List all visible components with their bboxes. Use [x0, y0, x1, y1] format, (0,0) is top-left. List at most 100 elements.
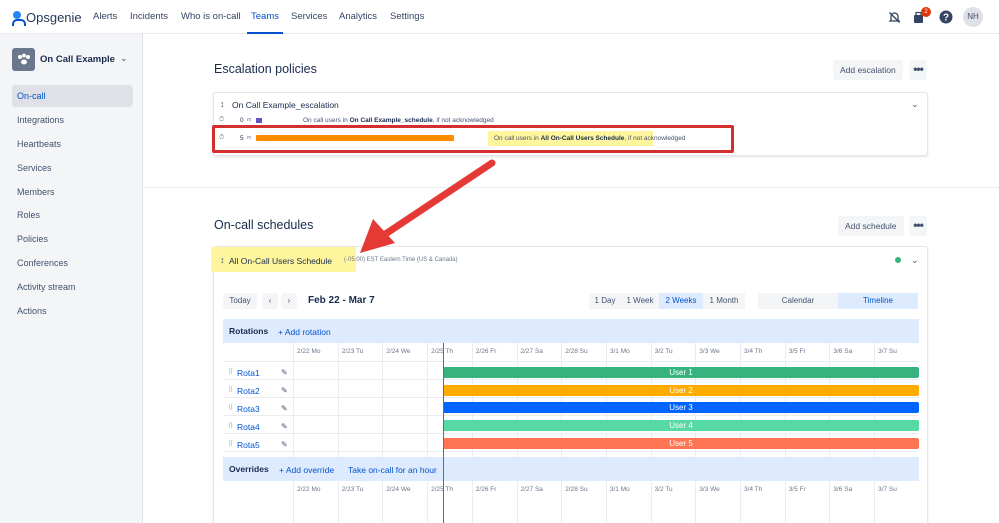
rotation-name[interactable]: Rota4 [237, 422, 260, 432]
sidebar-item-actions[interactable]: Actions [12, 300, 133, 322]
section-divider [143, 187, 999, 188]
rule-description: On call users in On Call Example_schedul… [303, 117, 494, 124]
next-icon[interactable]: › [281, 293, 297, 309]
sidebar-item-integrations[interactable]: Integrations [12, 109, 133, 131]
timeline-date-label: 3/3 We [699, 348, 720, 355]
drag-handle-icon[interactable]: ⠿ [228, 422, 233, 430]
sort-icon: ↕ [220, 255, 225, 265]
timeline-date-label: 3/1 Mo [609, 486, 630, 493]
escalation-more-button[interactable]: ••• [909, 60, 927, 80]
team-name: On Call Example [40, 54, 115, 65]
opsgenie-logo-icon [12, 10, 26, 26]
prev-icon[interactable]: ‹ [262, 293, 278, 309]
range-1-week[interactable]: 1 Week [621, 293, 659, 309]
add-override-link[interactable]: + Add override [279, 465, 334, 475]
team-avatar-icon [12, 48, 35, 71]
rotation-name[interactable]: Rota3 [237, 404, 260, 414]
user-avatar[interactable]: NH [963, 7, 983, 27]
edit-pencil-icon[interactable]: ✎ [281, 440, 288, 449]
help-icon[interactable]: ? [938, 9, 954, 25]
drag-handle-icon[interactable]: ⠿ [228, 368, 233, 376]
rotation-bar[interactable]: User 3 [443, 402, 919, 413]
rotation-name[interactable]: Rota5 [237, 440, 260, 450]
grid-row-line [223, 397, 919, 398]
collapse-chevron-icon[interactable]: ⌄ [911, 255, 919, 266]
rule-delay-unit: m [247, 117, 252, 123]
rotation-bar[interactable]: User 4 [443, 420, 919, 431]
sidebar-item-roles[interactable]: Roles [12, 204, 133, 226]
view-timeline[interactable]: Timeline [838, 293, 918, 309]
timeline-date-label: 3/6 Sa [833, 486, 853, 493]
sidebar-item-on-call[interactable]: On-call [12, 85, 133, 107]
nav-incidents[interactable]: Incidents [130, 0, 168, 34]
nav-teams[interactable]: Teams [247, 0, 283, 34]
grid-row-line [223, 433, 919, 434]
timeline-date-label: 2/26 Fr [475, 486, 497, 493]
add-rotation-link[interactable]: + Add rotation [278, 327, 331, 337]
overrides-label: Overrides [229, 464, 269, 474]
sidebar-item-activity-stream[interactable]: Activity stream [12, 276, 133, 298]
timeline-date-label: 2/27 Sa [520, 486, 543, 493]
brand-name: Opsgenie [26, 9, 82, 25]
timeline-date-label: 2/22 Mo [297, 486, 321, 493]
schedule-name[interactable]: All On-Call Users Schedule [229, 256, 332, 266]
drag-handle-icon[interactable]: ⠿ [228, 386, 233, 394]
rotation-name[interactable]: Rota2 [237, 386, 260, 396]
collapse-chevron-icon[interactable]: ⌄ [911, 99, 919, 110]
timeline-date-label: 3/7 Su [878, 348, 897, 355]
annotation-highlight-box [212, 125, 734, 153]
grid-row-line [223, 379, 919, 380]
rotation-bar[interactable]: User 2 [443, 385, 919, 396]
annotation-arrow [360, 159, 496, 253]
chevron-down-icon: ⌄ [120, 53, 128, 63]
range-2-weeks[interactable]: 2 Weeks [659, 293, 703, 309]
timeline-date-label: 3/5 Fr [788, 486, 806, 493]
add-schedule-button[interactable]: Add schedule [838, 216, 904, 236]
sidebar-item-services[interactable]: Services [12, 157, 133, 179]
sidebar-item-members[interactable]: Members [12, 181, 133, 203]
drag-handle-icon[interactable]: ⠿ [228, 440, 233, 448]
nav-alerts[interactable]: Alerts [93, 0, 117, 34]
team-switcher[interactable]: On Call Example ⌄ [12, 48, 132, 71]
sidebar-item-heartbeats[interactable]: Heartbeats [12, 133, 133, 155]
range-1-month[interactable]: 1 Month [703, 293, 745, 309]
rule-color-marker [256, 118, 262, 123]
sort-icon: ↕ [220, 99, 225, 109]
timeline-date-label: 3/3 We [699, 486, 720, 493]
escalation-policy-name[interactable]: On Call Example_escalation [232, 100, 339, 110]
opsgenie-logo[interactable]: Opsgenie [12, 9, 82, 26]
timeline-date-label: 2/28 Su [565, 486, 588, 493]
timeline-date-label: 3/2 Tu [654, 486, 673, 493]
edit-pencil-icon[interactable]: ✎ [281, 404, 288, 413]
edit-pencil-icon[interactable]: ✎ [281, 422, 288, 431]
rotation-name[interactable]: Rota1 [237, 368, 260, 378]
escalation-policies-title: Escalation policies [214, 62, 317, 76]
edit-pencil-icon[interactable]: ✎ [281, 368, 288, 377]
sidebar-item-conferences[interactable]: Conferences [12, 252, 133, 274]
nav-settings[interactable]: Settings [390, 0, 424, 34]
grid-row-line [223, 451, 919, 452]
today-button[interactable]: Today [223, 293, 257, 309]
nav-services[interactable]: Services [291, 0, 327, 34]
top-navigation: Opsgenie Alerts Incidents Who is on-call… [0, 0, 999, 34]
schedule-more-button[interactable]: ••• [909, 216, 927, 236]
timeline-date-label: 3/7 Su [878, 486, 897, 493]
timeline-date-label: 3/1 Mo [609, 348, 630, 355]
rotation-bar[interactable]: User 5 [443, 438, 919, 449]
timeline-date-label: 2/24 We [386, 486, 411, 493]
timeline-date-label: 3/2 Tu [654, 348, 673, 355]
timeline-date-label: 3/4 Th [744, 348, 763, 355]
notifications-icon[interactable] [886, 9, 902, 25]
timeline-date-label: 3/6 Sa [833, 348, 853, 355]
drag-handle-icon[interactable]: ⠿ [228, 404, 233, 412]
view-calendar[interactable]: Calendar [758, 293, 838, 309]
nav-analytics[interactable]: Analytics [339, 0, 377, 34]
add-escalation-button[interactable]: Add escalation [833, 60, 903, 80]
range-1-day[interactable]: 1 Day [589, 293, 621, 309]
timeline-date-label: 3/5 Fr [788, 348, 806, 355]
edit-pencil-icon[interactable]: ✎ [281, 386, 288, 395]
take-on-call-link[interactable]: Take on-call for an hour [348, 465, 437, 475]
rotation-bar[interactable]: User 1 [443, 367, 919, 378]
sidebar-item-policies[interactable]: Policies [12, 228, 133, 250]
nav-who-is-on-call[interactable]: Who is on-call [181, 0, 241, 34]
